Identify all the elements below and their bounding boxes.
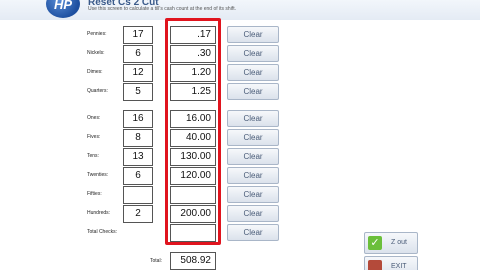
row-hundreds: Hundreds: 2 200.00 Clear xyxy=(0,204,480,224)
fives-label: Fives: xyxy=(87,134,101,140)
exit-door-icon xyxy=(368,260,382,270)
pennies-count-field[interactable]: 17 xyxy=(123,26,153,44)
ones-label: Ones: xyxy=(87,115,101,121)
pennies-label: Pennies: xyxy=(87,31,107,37)
amount-highlight-frame xyxy=(165,18,221,245)
ones-clear-button[interactable]: Clear xyxy=(227,110,279,127)
row-quarters: Quarters: 5 1.25 Clear xyxy=(0,82,480,102)
quarters-clear-button[interactable]: Clear xyxy=(227,83,279,100)
nickels-label: Nickels: xyxy=(87,50,105,56)
exit-button-label: EXIT xyxy=(391,263,407,270)
zout-button-label: Z out xyxy=(391,239,407,246)
page-subtitle: Use this screen to calculate a till's ca… xyxy=(88,6,236,12)
pennies-clear-button[interactable]: Clear xyxy=(227,26,279,43)
fifties-label: Fifties: xyxy=(87,191,102,197)
row-fives: Fives: 8 40.00 Clear xyxy=(0,128,480,148)
hundreds-label: Hundreds: xyxy=(87,210,111,216)
row-pennies: Pennies: 17 .17 Clear xyxy=(0,25,480,45)
total-checks-clear-button[interactable]: Clear xyxy=(227,224,279,241)
hundreds-count-field[interactable]: 2 xyxy=(123,205,153,223)
row-tens: Tens: 13 130.00 Clear xyxy=(0,147,480,167)
quarters-count-field[interactable]: 5 xyxy=(123,83,153,101)
exit-button[interactable]: EXIT xyxy=(364,256,418,270)
tens-label: Tens: xyxy=(87,153,99,159)
row-fifties: Fifties: Clear xyxy=(0,185,480,205)
row-nickels: Nickels: 6 .30 Clear xyxy=(0,44,480,64)
tens-clear-button[interactable]: Clear xyxy=(227,148,279,165)
twenties-count-field[interactable]: 6 xyxy=(123,167,153,185)
header-bar: HP Reset Cs 2 Cut Use this screen to cal… xyxy=(0,0,480,20)
total-field: 508.92 xyxy=(170,252,216,270)
hp-logo: HP xyxy=(46,0,80,18)
checkmark-icon: ✓ xyxy=(368,236,382,250)
quarters-label: Quarters: xyxy=(87,88,108,94)
row-twenties: Twenties: 6 120.00 Clear xyxy=(0,166,480,186)
tens-count-field[interactable]: 13 xyxy=(123,148,153,166)
hundreds-clear-button[interactable]: Clear xyxy=(227,205,279,222)
total-label: Total: xyxy=(150,258,162,264)
nickels-count-field[interactable]: 6 xyxy=(123,45,153,63)
fives-clear-button[interactable]: Clear xyxy=(227,129,279,146)
row-ones: Ones: 16 16.00 Clear xyxy=(0,109,480,129)
zout-button[interactable]: ✓ Z out xyxy=(364,232,418,254)
twenties-clear-button[interactable]: Clear xyxy=(227,167,279,184)
dimes-label: Dimes: xyxy=(87,69,103,75)
dimes-clear-button[interactable]: Clear xyxy=(227,64,279,81)
total-checks-label: Total Checks: xyxy=(87,229,118,235)
fifties-clear-button[interactable]: Clear xyxy=(227,186,279,203)
ones-count-field[interactable]: 16 xyxy=(123,110,153,128)
fives-count-field[interactable]: 8 xyxy=(123,129,153,147)
fifties-count-field[interactable] xyxy=(123,186,153,204)
row-dimes: Dimes: 12 1.20 Clear xyxy=(0,63,480,83)
twenties-label: Twenties: xyxy=(87,172,109,178)
nickels-clear-button[interactable]: Clear xyxy=(227,45,279,62)
dimes-count-field[interactable]: 12 xyxy=(123,64,153,82)
